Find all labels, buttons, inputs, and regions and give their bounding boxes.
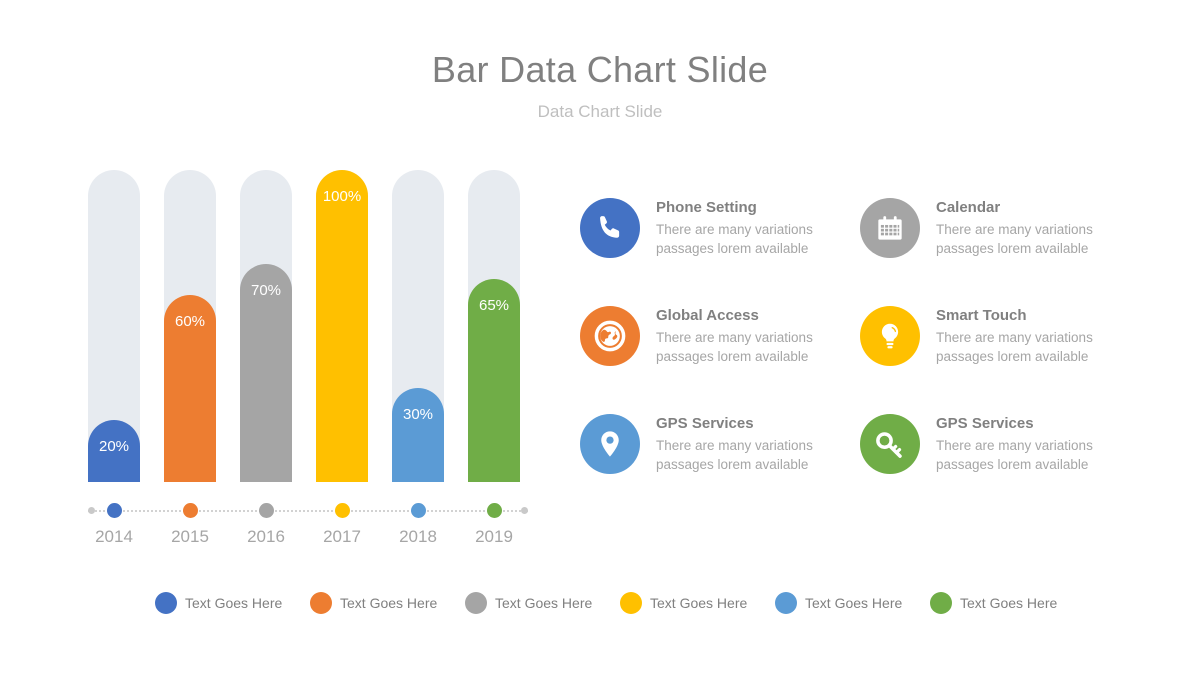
bar-value-label: 70% [250, 282, 282, 299]
axis-tick-label: 2014 [95, 527, 133, 546]
feature-description-line2: passages lorem available [656, 241, 809, 256]
feature-title: GPS Services [656, 415, 754, 432]
legend-label: Text Goes Here [650, 595, 748, 611]
lightbulb-icon [860, 306, 920, 366]
key-icon [860, 414, 920, 474]
globe-icon [580, 306, 640, 366]
phone-icon [580, 198, 640, 258]
feature-title: Calendar [936, 199, 1001, 216]
chart-bars: 20% 60% 70% 100% 30% 65% [88, 170, 538, 482]
feature-description-line1: There are many variations [936, 438, 1093, 453]
feature-title: Smart Touch [936, 307, 1027, 324]
axis-dot[interactable] [182, 503, 198, 518]
bar-fill[interactable]: 100% [316, 170, 368, 482]
axis-tick-labels: 2014 2015 2016 2017 2018 2019 [88, 525, 538, 553]
legend-item[interactable]: Text Goes Here [620, 592, 747, 614]
bar-value-label: 30% [402, 406, 434, 423]
legend-item[interactable]: Text Goes Here [930, 592, 1057, 614]
legend-swatch [930, 592, 952, 614]
feature-item[interactable]: Smart Touch There are many variations pass… [860, 306, 1140, 378]
bar-fill[interactable]: 30% [392, 388, 444, 482]
page-subtitle: Data Chart Slide [537, 102, 663, 121]
feature-description-line2: passages lorem available [656, 457, 809, 472]
bar-fill[interactable]: 20% [88, 420, 140, 482]
bar-fill[interactable]: 65% [468, 279, 520, 482]
bar-column[interactable]: 65% [468, 170, 520, 482]
legend-swatch [775, 592, 797, 614]
bar-value-label: 20% [98, 438, 130, 455]
bar-column[interactable]: 100% [316, 170, 368, 482]
feature-description-line2: passages lorem available [936, 457, 1089, 472]
map-pin-icon [580, 414, 640, 474]
feature-description-line1: There are many variations [656, 222, 813, 237]
legend-swatch [155, 592, 177, 614]
axis-dot[interactable] [334, 503, 350, 518]
legend-label: Text Goes Here [960, 595, 1058, 611]
feature-list: Phone Setting There are many variations pa… [580, 198, 1160, 498]
legend-label: Text Goes Here [495, 595, 593, 611]
axis-tick-label: 2015 [171, 527, 209, 546]
page-title: Bar Data Chart Slide [431, 49, 769, 90]
feature-description-line2: passages lorem available [936, 241, 1089, 256]
axis-tick-label: 2018 [399, 527, 437, 546]
feature-description-line2: passages lorem available [656, 349, 809, 364]
legend-item[interactable]: Text Goes Here [465, 592, 592, 614]
bar-value-label: 60% [174, 313, 206, 330]
bar-fill[interactable]: 60% [164, 295, 216, 482]
legend-swatch [310, 592, 332, 614]
bar-column[interactable]: 20% [88, 170, 140, 482]
axis-dot[interactable] [486, 503, 502, 518]
bar-column[interactable]: 70% [240, 170, 292, 482]
legend-swatch [620, 592, 642, 614]
bar-value-label: 100% [322, 188, 362, 205]
bar-value-label: 65% [478, 297, 510, 314]
legend-label: Text Goes Here [340, 595, 438, 611]
legend-label: Text Goes Here [805, 595, 903, 611]
legend-item[interactable]: Text Goes Here [155, 592, 282, 614]
chart-legend: Text Goes Here Text Goes Here Text Goes He… [155, 592, 1057, 620]
legend-swatch [465, 592, 487, 614]
feature-title: Global Access [656, 307, 759, 324]
feature-item[interactable]: Global Access There are many variations pa… [580, 306, 860, 378]
axis-dots [88, 500, 538, 522]
feature-description-line1: There are many variations [656, 438, 813, 453]
axis-tick-label: 2016 [247, 527, 285, 546]
axis-dot[interactable] [106, 503, 122, 518]
bar-column[interactable]: 30% [392, 170, 444, 482]
axis-tick-label: 2017 [323, 527, 361, 546]
feature-item[interactable]: GPS Services There are many variations pas… [860, 414, 1140, 486]
chart-axis [88, 500, 538, 522]
feature-item[interactable]: Phone Setting There are many variations pa… [580, 198, 860, 270]
bar-chart: 20% 60% 70% 100% 30% 65% 2014 2015 2016 2017 2018… [88, 170, 538, 565]
feature-title: Phone Setting [656, 199, 757, 216]
bar-column[interactable]: 60% [164, 170, 216, 482]
axis-dot[interactable] [258, 503, 274, 518]
axis-dot[interactable] [410, 503, 426, 518]
legend-item[interactable]: Text Goes Here [775, 592, 902, 614]
feature-description-line1: There are many variations [656, 330, 813, 345]
feature-item[interactable]: Calendar There are many variations passage… [860, 198, 1140, 270]
bar-fill[interactable]: 70% [240, 264, 292, 482]
feature-title: GPS Services [936, 415, 1034, 432]
feature-description-line1: There are many variations [936, 330, 1093, 345]
legend-label: Text Goes Here [185, 595, 283, 611]
slide-header: Bar Data Chart Slide Data Chart Slide [0, 48, 1200, 124]
feature-item[interactable]: GPS Services There are many variations pas… [580, 414, 860, 486]
feature-description-line1: There are many variations [936, 222, 1093, 237]
calendar-icon [860, 198, 920, 258]
axis-tick-label: 2019 [475, 527, 513, 546]
feature-description-line2: passages lorem available [936, 349, 1089, 364]
legend-item[interactable]: Text Goes Here [310, 592, 437, 614]
